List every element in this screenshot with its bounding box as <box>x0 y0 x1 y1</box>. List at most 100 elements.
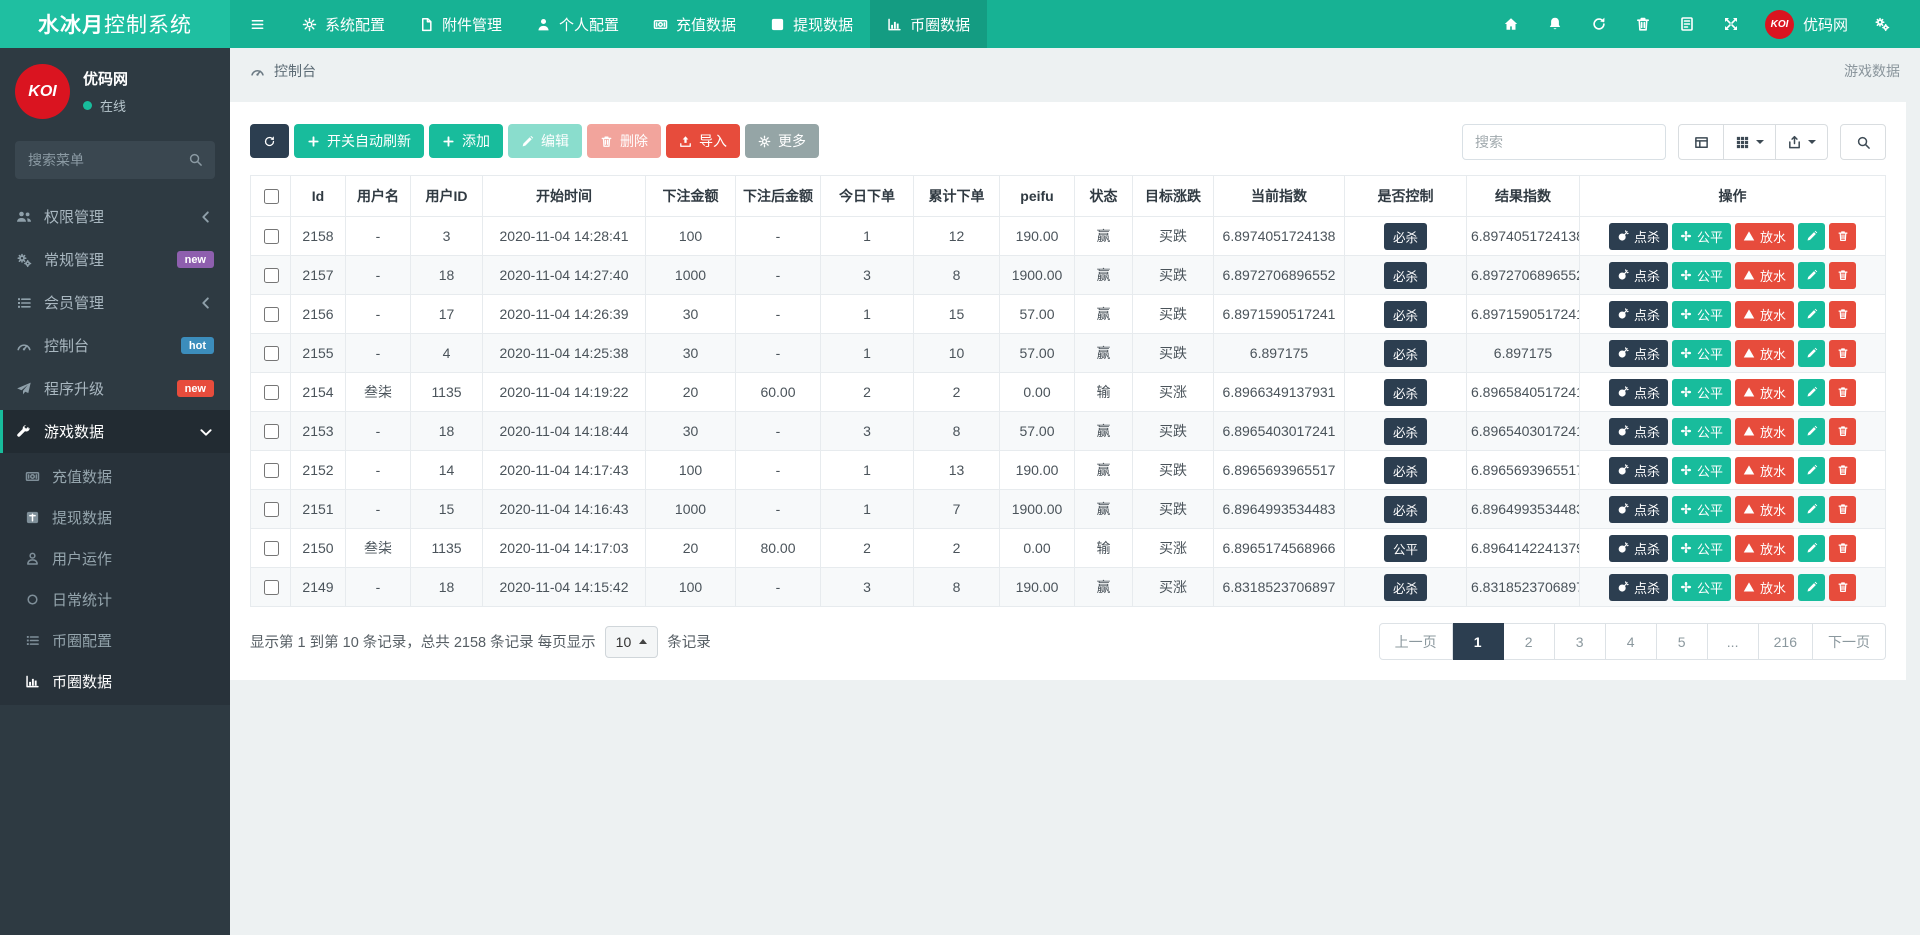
row-delete-button[interactable] <box>1829 574 1856 601</box>
row-delete-button[interactable] <box>1829 496 1856 523</box>
release-button[interactable]: 放水 <box>1735 418 1794 445</box>
release-button[interactable]: 放水 <box>1735 574 1794 601</box>
fair-button[interactable]: 公平 <box>1672 301 1731 328</box>
table-search-input[interactable] <box>1462 124 1666 160</box>
kill-button[interactable]: 点杀 <box>1609 574 1668 601</box>
row-edit-button[interactable] <box>1798 457 1825 484</box>
release-button[interactable]: 放水 <box>1735 223 1794 250</box>
toggle-autorefresh-button[interactable]: 开关自动刷新 <box>294 124 424 158</box>
page-5[interactable]: 5 <box>1657 623 1708 660</box>
sidebar-item-3[interactable]: 控制台hot <box>0 324 230 367</box>
nav-item-2[interactable]: 个人配置 <box>519 0 636 48</box>
page-next[interactable]: 下一页 <box>1813 623 1886 660</box>
kill-button[interactable]: 点杀 <box>1609 535 1668 562</box>
pagination-switch-button[interactable] <box>1678 124 1724 160</box>
page-3[interactable]: 3 <box>1555 623 1606 660</box>
row-edit-button[interactable] <box>1798 418 1825 445</box>
release-button[interactable]: 放水 <box>1735 496 1794 523</box>
row-checkbox[interactable] <box>264 268 279 283</box>
row-delete-button[interactable] <box>1829 418 1856 445</box>
page-216[interactable]: 216 <box>1759 623 1813 660</box>
kill-button[interactable]: 点杀 <box>1609 418 1668 445</box>
row-checkbox[interactable] <box>264 229 279 244</box>
kill-button[interactable]: 点杀 <box>1609 379 1668 406</box>
add-button[interactable]: 添加 <box>429 124 503 158</box>
row-delete-button[interactable] <box>1829 301 1856 328</box>
row-checkbox[interactable] <box>264 346 279 361</box>
breadcrumb-item[interactable]: 控制台 <box>274 61 316 81</box>
columns-button[interactable] <box>1724 124 1776 160</box>
delete-button[interactable]: 删除 <box>587 124 661 158</box>
release-button[interactable]: 放水 <box>1735 262 1794 289</box>
page-size-select[interactable]: 10 <box>605 626 659 658</box>
expand-button[interactable] <box>1709 16 1753 32</box>
refresh-button[interactable] <box>250 124 289 158</box>
release-button[interactable]: 放水 <box>1735 301 1794 328</box>
fair-button[interactable]: 公平 <box>1672 574 1731 601</box>
page-1[interactable]: 1 <box>1453 623 1504 660</box>
settings-button[interactable] <box>1860 16 1904 32</box>
page-...[interactable]: ... <box>1708 623 1759 660</box>
sidebar-subitem-1[interactable]: 提现数据 <box>0 497 230 538</box>
row-delete-button[interactable] <box>1829 262 1856 289</box>
kill-button[interactable]: 点杀 <box>1609 457 1668 484</box>
row-edit-button[interactable] <box>1798 496 1825 523</box>
navbar-user[interactable]: KOI优码网 <box>1753 10 1860 39</box>
row-edit-button[interactable] <box>1798 301 1825 328</box>
nav-item-1[interactable]: 附件管理 <box>402 0 519 48</box>
row-checkbox[interactable] <box>264 502 279 517</box>
row-checkbox[interactable] <box>264 541 279 556</box>
row-edit-button[interactable] <box>1798 379 1825 406</box>
page-prev[interactable]: 上一页 <box>1379 623 1453 660</box>
sidebar-item-5[interactable]: 游戏数据 <box>0 410 230 453</box>
kill-button[interactable]: 点杀 <box>1609 496 1668 523</box>
page-4[interactable]: 4 <box>1606 623 1657 660</box>
row-edit-button[interactable] <box>1798 574 1825 601</box>
fair-button[interactable]: 公平 <box>1672 418 1731 445</box>
bell-button[interactable] <box>1533 16 1577 32</box>
release-button[interactable]: 放水 <box>1735 457 1794 484</box>
refresh-button[interactable] <box>1577 16 1621 32</box>
row-checkbox[interactable] <box>264 424 279 439</box>
row-checkbox[interactable] <box>264 463 279 478</box>
search-button[interactable] <box>1840 124 1886 160</box>
sidebar-toggle-button[interactable] <box>230 0 285 48</box>
row-checkbox[interactable] <box>264 385 279 400</box>
more-button[interactable]: 更多 <box>745 124 819 158</box>
sidebar-subitem-5[interactable]: 币圈数据 <box>0 661 230 702</box>
row-edit-button[interactable] <box>1798 262 1825 289</box>
fair-button[interactable]: 公平 <box>1672 379 1731 406</box>
sidebar-subitem-4[interactable]: 币圈配置 <box>0 620 230 661</box>
row-delete-button[interactable] <box>1829 379 1856 406</box>
edit-button[interactable]: 编辑 <box>508 124 582 158</box>
fair-button[interactable]: 公平 <box>1672 496 1731 523</box>
sidebar-subitem-0[interactable]: 充值数据 <box>0 456 230 497</box>
nav-item-5[interactable]: 币圈数据 <box>870 0 987 48</box>
export-button[interactable] <box>1776 124 1828 160</box>
release-button[interactable]: 放水 <box>1735 379 1794 406</box>
kill-button[interactable]: 点杀 <box>1609 301 1668 328</box>
row-delete-button[interactable] <box>1829 535 1856 562</box>
sidebar-item-4[interactable]: 程序升级new <box>0 367 230 410</box>
nav-item-0[interactable]: 系统配置 <box>285 0 402 48</box>
fair-button[interactable]: 公平 <box>1672 223 1731 250</box>
select-all-checkbox[interactable] <box>264 189 279 204</box>
row-delete-button[interactable] <box>1829 223 1856 250</box>
home-button[interactable] <box>1489 16 1533 32</box>
row-edit-button[interactable] <box>1798 340 1825 367</box>
row-delete-button[interactable] <box>1829 340 1856 367</box>
fair-button[interactable]: 公平 <box>1672 535 1731 562</box>
page-2[interactable]: 2 <box>1504 623 1555 660</box>
sidebar-item-0[interactable]: 权限管理 <box>0 195 230 238</box>
sidebar-item-1[interactable]: 常规管理new <box>0 238 230 281</box>
nav-item-3[interactable]: 充值数据 <box>636 0 753 48</box>
kill-button[interactable]: 点杀 <box>1609 223 1668 250</box>
sidebar-subitem-2[interactable]: 用户运作 <box>0 538 230 579</box>
row-delete-button[interactable] <box>1829 457 1856 484</box>
import-button[interactable]: 导入 <box>666 124 740 158</box>
release-button[interactable]: 放水 <box>1735 340 1794 367</box>
log-button[interactable] <box>1665 16 1709 32</box>
sidebar-subitem-3[interactable]: 日常统计 <box>0 579 230 620</box>
row-edit-button[interactable] <box>1798 223 1825 250</box>
fair-button[interactable]: 公平 <box>1672 262 1731 289</box>
